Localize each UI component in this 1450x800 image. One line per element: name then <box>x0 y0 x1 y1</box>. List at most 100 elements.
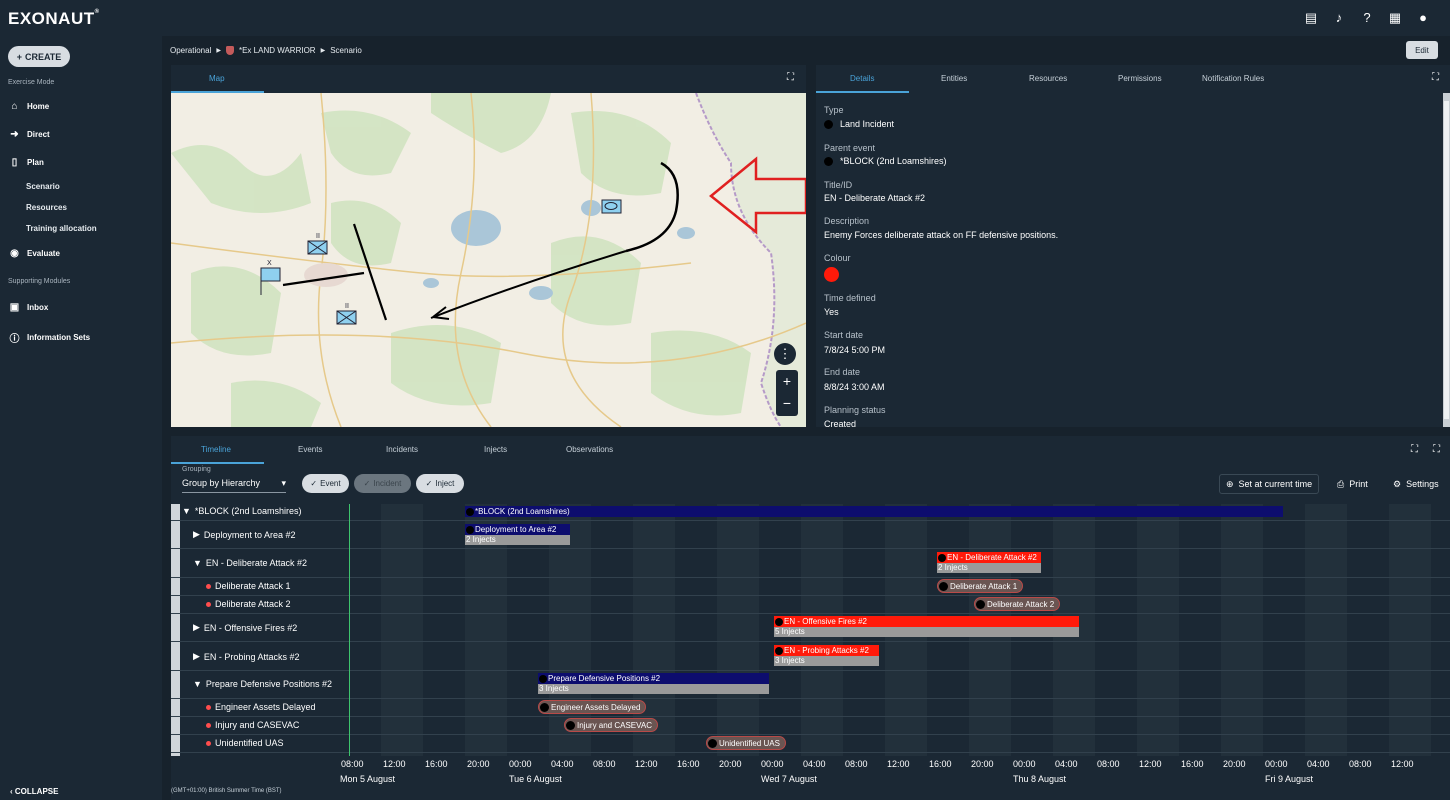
row-label-prepare-defensive[interactable]: ▼ Prepare Defensive Positions #2 <box>193 679 332 689</box>
row-label-engineer-assets[interactable]: Engineer Assets Delayed <box>206 702 316 712</box>
inject-deliberate-attack-2[interactable]: Deliberate Attack 2 <box>974 597 1061 611</box>
filter-chip-inject[interactable]: ✓ Inject <box>416 474 464 493</box>
grouping-select[interactable]: Group by Hierarchy ▾ <box>182 478 286 493</box>
event-dot <box>775 617 783 626</box>
event-bar-deployment[interactable]: Deployment to Area #2 <box>465 524 570 535</box>
nav-item-inbox[interactable]: ▣ Inbox <box>9 302 49 313</box>
nav-item-home[interactable]: ⌂ Home <box>9 101 49 112</box>
row-label-block[interactable]: ▼ *BLOCK (2nd Loamshires) <box>182 506 301 516</box>
row-label-deliberate-attack[interactable]: ▼ EN - Deliberate Attack #2 <box>193 558 307 568</box>
row-label-injury-casevac[interactable]: Injury and CASEVAC <box>206 720 299 730</box>
fit-screen-icon[interactable]: ⛶ <box>1411 444 1418 455</box>
event-bar-block[interactable]: *BLOCK (2nd Loamshires) <box>465 506 1283 517</box>
event-dot <box>466 507 474 516</box>
tab-observations[interactable]: Observations <box>566 445 613 454</box>
print-button[interactable]: ⎙ Print <box>1331 474 1374 494</box>
time-tick: 00:00 <box>1013 759 1036 769</box>
nav-item-direct[interactable]: ➜ Direct <box>9 129 49 140</box>
inject-count-deployment[interactable]: 2 Injects <box>465 535 570 545</box>
scrollbar-thumb[interactable] <box>1444 101 1449 419</box>
apps-grid-icon[interactable]: ▦ <box>1388 10 1402 26</box>
zoom-out-button[interactable]: − <box>776 393 798 416</box>
breadcrumb-scenario: Scenario <box>330 46 362 55</box>
nav-sub-training[interactable]: Training allocation <box>26 224 97 233</box>
row-label-deliberate-attack-1[interactable]: Deliberate Attack 1 <box>206 581 291 591</box>
row-label-offensive-fires[interactable]: ▶ EN - Offensive Fires #2 <box>193 622 297 633</box>
inject-marker <box>708 738 717 748</box>
tab-incidents[interactable]: Incidents <box>386 445 418 454</box>
filter-chip-event[interactable]: ✓ Event <box>302 474 349 493</box>
inject-injury-casevac[interactable]: Injury and CASEVAC <box>564 718 658 732</box>
inject-count-probing-attacks[interactable]: 3 Injects <box>774 656 879 666</box>
time-tick: 00:00 <box>1265 759 1288 769</box>
inject-marker <box>566 720 575 730</box>
map-canvas[interactable]: II II X ⋮ + − <box>171 93 806 427</box>
inject-deliberate-attack-1[interactable]: Deliberate Attack 1 <box>937 579 1024 593</box>
timeline-grid[interactable]: ▼ *BLOCK (2nd Loamshires) ▶ Deployment to … <box>171 504 1450 756</box>
row-label-deployment[interactable]: ▶ Deployment to Area #2 <box>193 529 295 540</box>
map-more-button[interactable]: ⋮ <box>774 343 796 365</box>
inject-count-deliberate-attack[interactable]: 2 Injects <box>937 563 1041 573</box>
caret-right-icon: ▶ <box>193 622 200 632</box>
tab-notification-rules[interactable]: Notification Rules <box>1202 74 1264 83</box>
collapse-button[interactable]: ‹ COLLAPSE <box>10 787 58 796</box>
nav-sub-resources[interactable]: Resources <box>26 203 67 212</box>
breadcrumb-operational[interactable]: Operational <box>170 46 211 55</box>
fullscreen-icon[interactable]: ⛶ <box>787 72 794 83</box>
row-label-unidentified-uas[interactable]: Unidentified UAS <box>206 738 284 748</box>
chat-icon[interactable]: ▤ <box>1304 10 1318 26</box>
breadcrumb-exercise[interactable]: *Ex LAND WARRIOR <box>239 46 316 55</box>
tab-permissions[interactable]: Permissions <box>1118 74 1162 83</box>
set-current-time-button[interactable]: ⊕ Set at current time <box>1219 474 1320 494</box>
tab-injects[interactable]: Injects <box>484 445 507 454</box>
nav-item-information-sets[interactable]: ⓘ Information Sets <box>9 330 91 345</box>
end-date-value: 8/8/24 3:00 AM <box>824 382 885 392</box>
edit-button[interactable]: Edit <box>1406 41 1438 59</box>
chevron-right-icon: ▶ <box>320 48 326 54</box>
inject-marker <box>976 599 985 609</box>
time-tick: 12:00 <box>1391 759 1414 769</box>
nav-item-plan[interactable]: ▯ Plan <box>9 157 44 168</box>
inject-engineer-assets[interactable]: Engineer Assets Delayed <box>538 700 647 714</box>
row-label-probing-attacks[interactable]: ▶ EN - Probing Attacks #2 <box>193 651 299 662</box>
tab-details[interactable]: Details <box>850 74 874 83</box>
tab-entities[interactable]: Entities <box>941 74 967 83</box>
parent-value[interactable]: *BLOCK (2nd Loamshires) <box>824 156 947 166</box>
event-bar-deliberate-attack[interactable]: EN - Deliberate Attack #2 <box>937 552 1041 563</box>
app-logo[interactable]: EXONAUT® <box>8 9 100 29</box>
tab-timeline[interactable]: Timeline <box>201 445 231 454</box>
fullscreen-icon[interactable]: ⛶ <box>1432 72 1439 83</box>
account-icon[interactable]: ● <box>1416 10 1430 26</box>
inject-unidentified-uas[interactable]: Unidentified UAS <box>706 736 786 750</box>
create-button[interactable]: + CREATE <box>8 46 70 67</box>
event-bar-prepare-defensive[interactable]: Prepare Defensive Positions #2 <box>538 673 769 684</box>
event-bar-probing-attacks[interactable]: EN - Probing Attacks #2 <box>774 645 879 656</box>
time-tick: 20:00 <box>1223 759 1246 769</box>
nav-sub-scenario[interactable]: Scenario <box>26 182 60 191</box>
fullscreen-icon[interactable]: ⛶ <box>1433 444 1440 455</box>
event-bar-offensive-fires[interactable]: EN - Offensive Fires #2 <box>774 616 1079 627</box>
settings-button[interactable]: ⚙ Settings <box>1387 474 1445 494</box>
time-defined-value: Yes <box>824 307 839 317</box>
inject-dot <box>206 740 211 746</box>
home-icon: ⌂ <box>11 101 18 112</box>
row-label-deliberate-attack-2[interactable]: Deliberate Attack 2 <box>206 599 291 609</box>
help-icon[interactable]: ? <box>1360 10 1374 26</box>
tab-resources[interactable]: Resources <box>1029 74 1067 83</box>
nav-item-evaluate[interactable]: ◉ Evaluate <box>9 248 60 259</box>
details-panel: Details Entities Resources Permissions N… <box>816 65 1450 427</box>
inject-count-prepare-defensive[interactable]: 3 Injects <box>538 684 769 694</box>
filter-chip-incident[interactable]: ✓ Incident <box>354 474 411 493</box>
tab-map[interactable]: Map <box>209 74 225 83</box>
inject-count-offensive-fires[interactable]: 5 Injects <box>774 627 1079 637</box>
eye-icon: ◉ <box>10 248 19 259</box>
title-label: Title/ID <box>824 180 853 190</box>
bell-icon[interactable]: ♪ <box>1332 10 1346 26</box>
row-divider <box>171 641 1450 642</box>
colour-swatch <box>824 267 839 282</box>
details-scrollbar[interactable] <box>1443 93 1450 427</box>
tab-events[interactable]: Events <box>298 445 322 454</box>
zoom-in-button[interactable]: + <box>776 370 798 393</box>
info-icon: ⓘ <box>9 334 20 345</box>
timeline-scrollbar[interactable] <box>171 504 180 756</box>
